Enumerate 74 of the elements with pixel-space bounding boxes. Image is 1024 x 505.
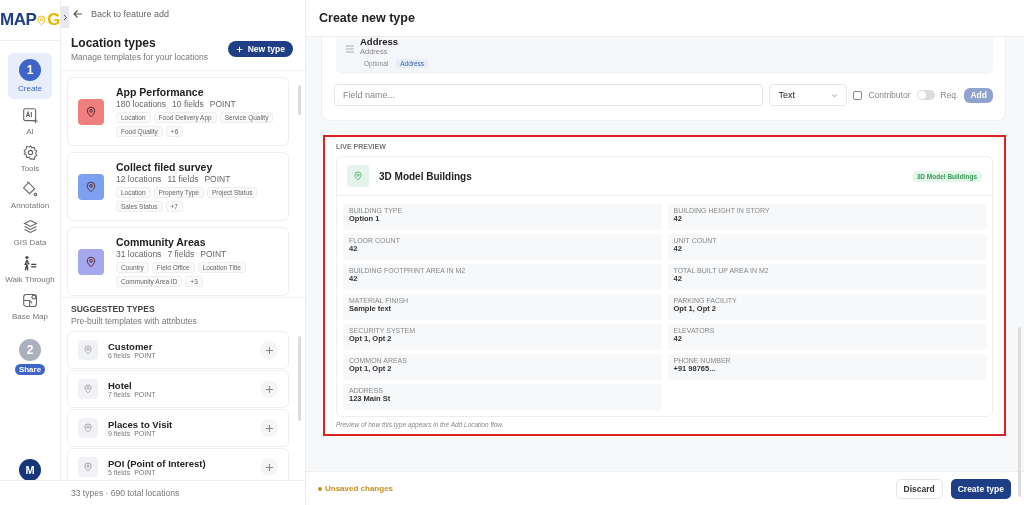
tool-label[interactable]: Walk Through: [5, 275, 55, 284]
plus-icon: [264, 384, 274, 394]
walking-person-icon[interactable]: [21, 255, 39, 272]
page-title: Create new type: [306, 0, 1024, 37]
pin-icon: [85, 255, 97, 268]
type-name: Hotel: [108, 380, 133, 391]
contributor-checkbox[interactable]: [853, 90, 863, 100]
type-name: POI (Point of Interest): [108, 458, 206, 469]
discard-button[interactable]: Discard: [895, 478, 943, 499]
step-item[interactable]: 2 Share: [8, 333, 52, 381]
geometry-label: POINT: [200, 249, 227, 259]
summary-text: 33 types · 690 total locations: [71, 488, 180, 498]
back-arrow-icon[interactable]: [73, 9, 83, 19]
plus-icon: [264, 423, 274, 433]
location-count: 31 locations: [116, 249, 162, 259]
create-type-button[interactable]: Create type: [950, 478, 1011, 499]
chevron-icon: [62, 13, 68, 21]
field-name: Address: [360, 37, 399, 47]
tool-label[interactable]: Base Map: [12, 312, 48, 321]
add-button[interactable]: [260, 458, 278, 476]
ai-box-icon[interactable]: [21, 107, 39, 124]
pin-icon: [83, 423, 93, 433]
geometry-label: POINT: [204, 174, 231, 184]
tool-label[interactable]: GIS Data: [13, 238, 47, 247]
field-count: 10 fields: [172, 99, 204, 109]
field-count: 11 fields: [167, 174, 199, 184]
add-button[interactable]: [260, 419, 278, 437]
gear-icon[interactable]: [21, 144, 39, 161]
location-count: 180 locations: [116, 99, 167, 109]
new-type-button[interactable]: New type: [227, 41, 293, 57]
location-count: 12 locations: [116, 174, 162, 184]
type-dropdown[interactable]: Text: [769, 84, 848, 106]
layers-icon[interactable]: [21, 218, 39, 235]
type-name: Collect filed survey: [116, 161, 214, 173]
panel-title: Location types: [71, 36, 157, 50]
field-name-input[interactable]: Field name...: [334, 84, 764, 106]
type-name: Customer: [108, 341, 154, 352]
tool-label[interactable]: AI: [26, 127, 34, 136]
type-name: App Performance: [116, 86, 205, 98]
pin-icon: [36, 12, 48, 28]
section-subtitle: Pre-built templates with attributes: [71, 316, 198, 326]
paint-bucket-icon[interactable]: [21, 181, 39, 198]
unsaved-status: Unsaved changes: [318, 484, 394, 493]
section-title: SUGGESTED TYPES: [71, 304, 156, 314]
plus-icon: [235, 45, 243, 53]
expand-button[interactable]: [61, 6, 69, 28]
map-tiles-icon[interactable]: [21, 292, 39, 309]
add-button[interactable]: [260, 380, 278, 398]
pin-icon: [83, 384, 93, 394]
caret-icon: [831, 91, 839, 99]
back-link[interactable]: Back to feature add: [91, 9, 170, 19]
user-avatar[interactable]: M: [19, 459, 41, 481]
required-toggle[interactable]: [916, 90, 935, 100]
pin-icon: [85, 105, 97, 118]
tool-label[interactable]: Tools: [20, 164, 40, 173]
step-item[interactable]: 1 Create: [8, 53, 52, 99]
pin-icon: [83, 462, 93, 472]
pin-icon: [85, 180, 97, 193]
type-name: Community Areas: [116, 236, 207, 248]
pin-icon: [83, 345, 93, 355]
field-count: 7 fields: [167, 249, 195, 259]
checkbox-label: Contributor: [868, 90, 911, 100]
geometry-label: POINT: [209, 99, 236, 109]
panel-subtitle: Manage templates for your locations: [71, 52, 209, 62]
plus-icon: [264, 462, 274, 472]
add-button[interactable]: [260, 341, 278, 359]
pin-icon: [353, 171, 363, 181]
toggle-label: Req.: [940, 90, 959, 100]
tool-label[interactable]: Annotation: [10, 201, 50, 210]
plus-icon: [264, 345, 274, 355]
type-name: 3D Model Buildings: [379, 170, 472, 182]
drag-handle-icon[interactable]: [346, 45, 354, 53]
type-name: Places to Visit: [108, 419, 173, 430]
logo: MAP G: [0, 0, 60, 41]
